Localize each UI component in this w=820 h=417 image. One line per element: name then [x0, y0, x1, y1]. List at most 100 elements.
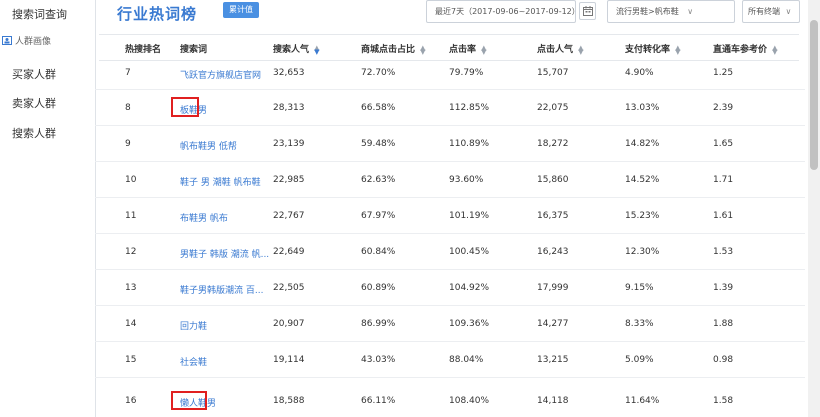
conversion-rate-cell: 5.09% [625, 355, 654, 365]
click-popularity-cell: 18,272 [537, 139, 569, 149]
rank-cell: 10 [125, 175, 137, 185]
ztc-price-cell: 1.88 [713, 319, 734, 329]
conversion-rate-cell: 8.33% [625, 319, 654, 329]
ztc-price-cell: 1.25 [713, 68, 734, 78]
search-popularity-cell: 28,313 [273, 103, 305, 113]
column-header-label: 支付转化率 [625, 45, 671, 55]
keyword-link[interactable]: 社会鞋 [180, 355, 207, 368]
sort-icon: ▲ ▼ [675, 43, 681, 56]
column-header-click-popularity[interactable]: 点击人气 ▲ ▼ [537, 42, 584, 55]
table-row: 9 帆布鞋男 低帮 23,139 59.48% 110.89% 18,272 1… [95, 126, 805, 162]
mall-click-ratio-cell: 60.89% [361, 283, 396, 293]
rank-cell: 7 [125, 68, 131, 78]
calendar-button[interactable] [579, 2, 596, 20]
sidebar: 搜索词查询 人群画像 买家人群 卖家人群 搜索人群 [0, 0, 95, 417]
rank-cell: 9 [125, 139, 131, 149]
keyword-link[interactable]: 布鞋男 帆布 [180, 211, 228, 224]
conversion-rate-cell: 13.03% [625, 103, 660, 113]
column-header-label: 直通车参考价 [713, 45, 768, 55]
people-icon [2, 36, 12, 45]
mall-click-ratio-cell: 59.48% [361, 139, 396, 149]
page-title: 行业热词榜 [117, 5, 198, 23]
table-row: 7 飞跃官方旗舰店官网 32,653 72.70% 79.79% 15,707 … [95, 58, 805, 90]
ztc-price-cell: 1.61 [713, 211, 734, 221]
mall-click-ratio-cell: 62.63% [361, 175, 396, 185]
conversion-rate-cell: 12.30% [625, 247, 660, 257]
conversion-rate-cell: 11.64% [625, 396, 660, 406]
search-popularity-cell: 22,505 [273, 283, 305, 293]
sort-icon: ▲ ▼ [481, 43, 487, 56]
ctr-cell: 100.45% [449, 247, 490, 257]
category-value: 流行男鞋>帆布鞋 [616, 7, 679, 16]
click-popularity-cell: 14,118 [537, 396, 569, 406]
cumulative-badge[interactable]: 累计值 [223, 2, 259, 18]
rank-cell: 8 [125, 103, 131, 113]
keyword-link[interactable]: 男鞋子 韩版 潮流 帆... [180, 247, 269, 260]
column-header-label: 点击人气 [537, 45, 574, 55]
sidebar-group-label: 人群画像 [15, 37, 52, 47]
chevron-down-icon: ∨ [785, 7, 792, 16]
category-select[interactable]: 流行男鞋>帆布鞋 ∨ [607, 0, 735, 23]
conversion-rate-cell: 14.82% [625, 139, 660, 149]
sidebar-item-search-crowd[interactable]: 搜索人群 [12, 125, 56, 141]
keyword-link[interactable]: 回力鞋 [180, 319, 207, 332]
sidebar-item-seller-crowd[interactable]: 卖家人群 [12, 95, 56, 111]
mall-click-ratio-cell: 60.84% [361, 247, 396, 257]
keyword-link[interactable]: 鞋子 男 潮鞋 帆布鞋 [180, 175, 261, 188]
keyword-link[interactable]: 飞跃官方旗舰店官网 [180, 68, 261, 81]
date-range-picker[interactable]: 最近7天（2017-09-06~2017-09-12） [426, 0, 580, 23]
ztc-price-cell: 1.53 [713, 247, 734, 257]
sidebar-item-keyword-query[interactable]: 搜索词查询 [12, 6, 67, 22]
ztc-price-cell: 1.58 [713, 396, 734, 406]
conversion-rate-cell: 4.90% [625, 68, 654, 78]
click-popularity-cell: 14,277 [537, 319, 569, 329]
mall-click-ratio-cell: 43.03% [361, 355, 396, 365]
column-header-mall-click-ratio[interactable]: 商城点击占比 ▲ ▼ [361, 42, 426, 55]
column-header-label: 搜索人气 [273, 45, 310, 55]
rank-cell: 13 [125, 283, 137, 293]
terminal-select[interactable]: 所有终端 ∨ [742, 0, 800, 23]
sort-icon: ▲ ▼ [578, 43, 584, 56]
ztc-price-cell: 1.39 [713, 283, 734, 293]
click-popularity-cell: 13,215 [537, 355, 569, 365]
click-popularity-cell: 15,707 [537, 68, 569, 78]
click-popularity-cell: 16,243 [537, 247, 569, 257]
click-popularity-cell: 15,860 [537, 175, 569, 185]
rank-cell: 15 [125, 355, 137, 365]
column-header-ztc-price[interactable]: 直通车参考价 ▲ ▼ [713, 42, 778, 55]
mall-click-ratio-cell: 66.58% [361, 103, 396, 113]
search-popularity-cell: 19,114 [273, 355, 305, 365]
header: 行业热词榜 累计值 最近7天（2017-09-06~2017-09-12） 流行… [95, 0, 805, 30]
search-popularity-cell: 23,139 [273, 139, 305, 149]
conversion-rate-cell: 15.23% [625, 211, 660, 221]
keyword-link[interactable]: 帆布鞋男 低帮 [180, 139, 237, 152]
table-row: 13 鞋子男韩版潮流 百... 22,505 60.89% 104.92% 17… [95, 270, 805, 306]
click-popularity-cell: 17,999 [537, 283, 569, 293]
column-header-search-popularity[interactable]: 搜索人气 ▲ ▼ [273, 42, 320, 55]
main-panel: 行业热词榜 累计值 最近7天（2017-09-06~2017-09-12） 流行… [95, 0, 805, 417]
ztc-price-cell: 1.65 [713, 139, 734, 149]
ctr-cell: 101.19% [449, 211, 490, 221]
search-popularity-cell: 22,767 [273, 211, 305, 221]
highlight-box [171, 97, 199, 117]
column-header-conversion-rate[interactable]: 支付转化率 ▲ ▼ [625, 42, 681, 55]
sort-icon: ▲ ▼ [314, 43, 320, 56]
column-header-rank: 热搜排名 [125, 45, 162, 55]
calendar-icon [582, 6, 593, 16]
sort-icon: ▲ ▼ [420, 43, 426, 56]
mall-click-ratio-cell: 67.97% [361, 211, 396, 221]
sidebar-group-crowd-portrait: 人群画像 [2, 34, 51, 47]
click-popularity-cell: 16,375 [537, 211, 569, 221]
divider [99, 34, 799, 35]
keyword-link[interactable]: 鞋子男韩版潮流 百... [180, 283, 263, 296]
rank-cell: 12 [125, 247, 137, 257]
table-row: 14 回力鞋 20,907 86.99% 109.36% 14,277 8.33… [95, 306, 805, 342]
sidebar-item-buyer-crowd[interactable]: 买家人群 [12, 66, 56, 82]
search-popularity-cell: 22,649 [273, 247, 305, 257]
scrollbar-thumb[interactable] [810, 20, 818, 170]
ztc-price-cell: 0.98 [713, 355, 734, 365]
column-header-ctr[interactable]: 点击率 ▲ ▼ [449, 42, 487, 55]
ctr-cell: 112.85% [449, 103, 490, 113]
table-row: 11 布鞋男 帆布 22,767 67.97% 101.19% 16,375 1… [95, 198, 805, 234]
conversion-rate-cell: 14.52% [625, 175, 660, 185]
